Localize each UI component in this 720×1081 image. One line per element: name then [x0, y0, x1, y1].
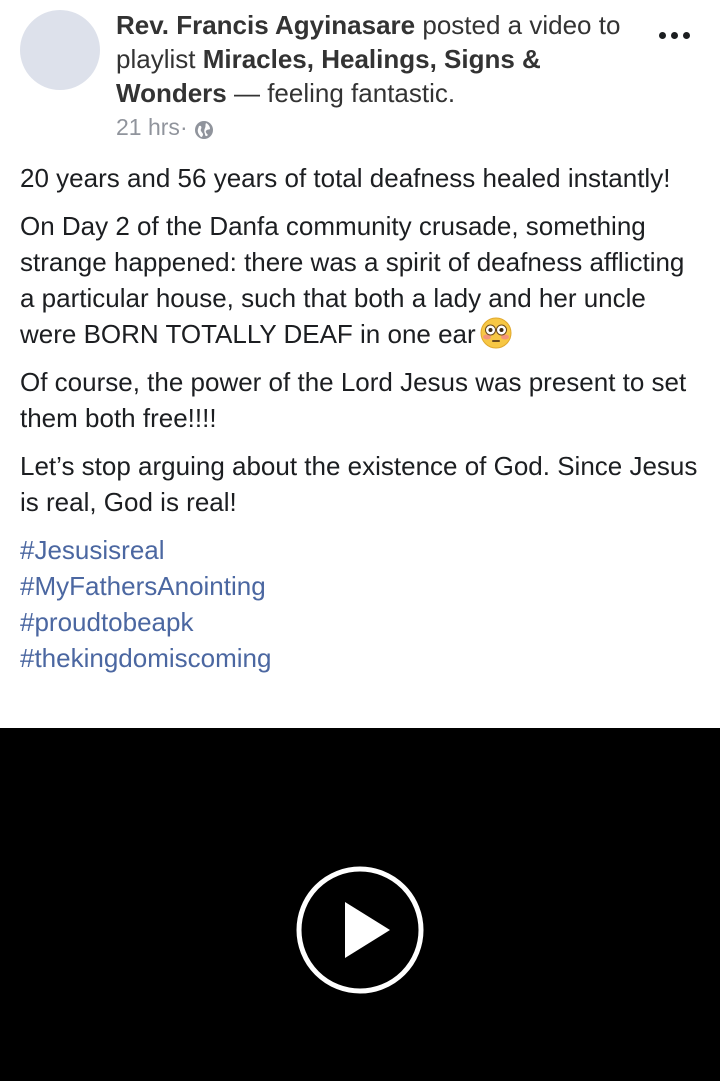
- more-dot-icon: [671, 32, 678, 39]
- more-dot-icon: [659, 32, 666, 39]
- post-timestamp[interactable]: 21 hrs: [116, 112, 180, 142]
- hashtag-link[interactable]: #MyFathersAnointing: [20, 568, 704, 604]
- post-meta: 21 hrs ·: [116, 112, 214, 142]
- hashtag-link[interactable]: #thekingdomiscoming: [20, 640, 704, 676]
- post-paragraph: 20 years and 56 years of total deafness …: [20, 163, 671, 193]
- more-dot-icon: [683, 32, 690, 39]
- post-headline: Rev. Francis Agyinasare posted a video t…: [116, 8, 636, 110]
- hashtag-link[interactable]: #proudtobeapk: [20, 604, 704, 640]
- post-body: 20 years and 56 years of total deafness …: [20, 160, 704, 676]
- post-paragraph: On Day 2 of the Danfa community crusade,…: [20, 208, 704, 352]
- author-name[interactable]: Rev. Francis Agyinasare: [116, 10, 415, 40]
- flushed-face-emoji-icon: [480, 317, 512, 349]
- hashtag-list: #Jesusisreal #MyFathersAnointing #proudt…: [20, 532, 704, 676]
- feeling-text: — feeling fantastic.: [226, 78, 456, 108]
- post-paragraph: Let’s stop arguing about the existence o…: [20, 451, 698, 517]
- globe-icon: [194, 117, 214, 139]
- play-icon: [296, 866, 424, 994]
- more-options-button[interactable]: [655, 28, 694, 43]
- post-header: Rev. Francis Agyinasare posted a video t…: [0, 0, 720, 150]
- hashtag-link[interactable]: #Jesusisreal: [20, 532, 704, 568]
- post-paragraph: Of course, the power of the Lord Jesus w…: [20, 367, 687, 433]
- play-button[interactable]: [296, 866, 424, 994]
- meta-separator: ·: [179, 114, 188, 140]
- avatar[interactable]: [20, 10, 100, 90]
- post-paragraph-text: On Day 2 of the Danfa community crusade,…: [20, 211, 685, 349]
- video-player[interactable]: [0, 728, 720, 1081]
